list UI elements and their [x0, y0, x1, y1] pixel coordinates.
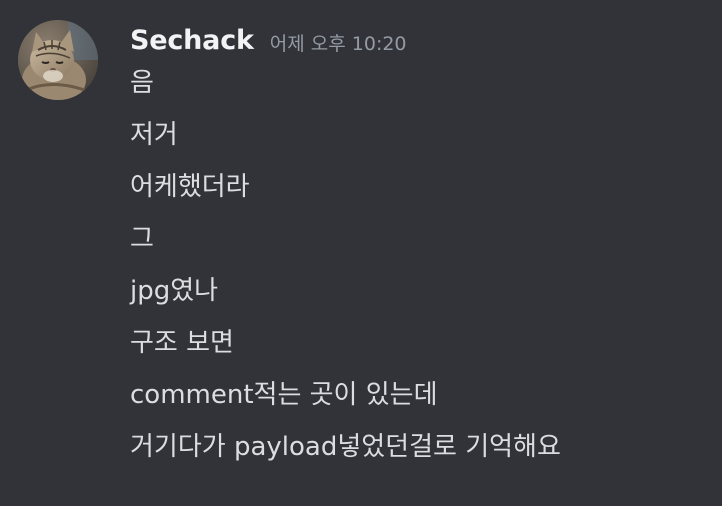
message-text: jpg였나: [130, 276, 219, 306]
message-text: 저거: [130, 120, 178, 150]
message-text: 구조 보면: [130, 328, 234, 358]
message-text: comment적는 곳이 있는데: [130, 380, 438, 410]
message-header: Sechack 어제 오후 10:20: [130, 20, 407, 60]
message-text: 음: [130, 68, 154, 98]
cat-photo-icon: [18, 20, 98, 100]
message-list: 음 저거 어케했더라 그 jpg였나 구조 보면 comment적는 곳이 있는…: [130, 57, 710, 473]
message-text: 어케했더라: [130, 172, 250, 202]
message-group: Sechack 어제 오후 10:20 음 저거 어케했더라 그 jpg였나 구…: [0, 0, 722, 506]
message-text: 그: [130, 224, 154, 254]
timestamp[interactable]: 어제 오후 10:20: [270, 29, 407, 56]
message-text: 거기다가 payload넣었던걸로 기억해요: [130, 432, 561, 462]
username[interactable]: Sechack: [130, 25, 254, 56]
user-avatar[interactable]: [18, 20, 98, 100]
